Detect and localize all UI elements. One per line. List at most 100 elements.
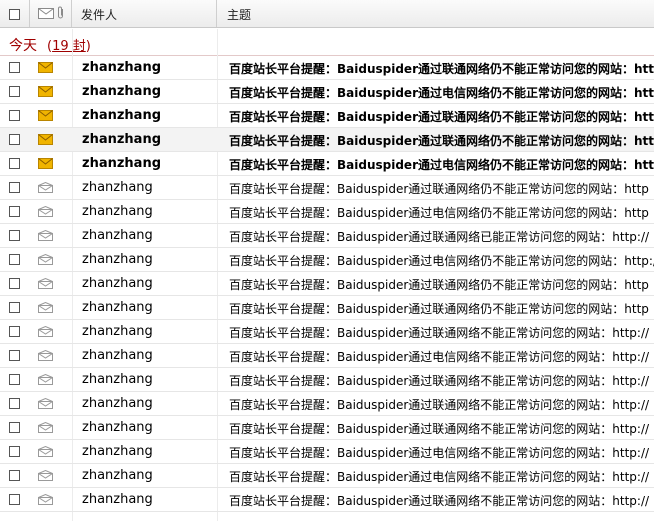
subject-column-label: 主题 — [227, 8, 252, 22]
message-row[interactable]: zhanzhang 百度站长平台提醒：Baiduspider通过电信网络不能正常访… — [0, 464, 654, 488]
message-sender[interactable]: zhanzhang — [82, 252, 153, 267]
message-subject[interactable]: 百度站长平台提醒：Baiduspider通过联通网络不能正常访问您的网站：htt… — [229, 372, 649, 389]
message-checkbox[interactable] — [9, 230, 20, 241]
message-subject[interactable]: 百度站长平台提醒：Baiduspider通过电信网络不能正常访问您的网站：htt… — [229, 468, 649, 485]
message-checkbox[interactable] — [9, 422, 20, 433]
message-row[interactable]: zhanzhang 百度站长平台提醒：Baiduspider通过电信网络仍不能正常… — [0, 200, 654, 224]
message-subject[interactable]: 百度站长平台提醒：Baiduspider通过联通网络仍不能正常访问您的网站：ht… — [229, 300, 649, 317]
message-subject[interactable]: 百度站长平台提醒：Baiduspider通过电信网络仍不能正常访问您的网站：ht… — [229, 204, 649, 221]
message-sender[interactable]: zhanzhang — [82, 108, 161, 123]
from-column-label: 发件人 — [81, 8, 118, 22]
header-subject-cell[interactable]: 主题 — [217, 0, 654, 27]
select-all-checkbox[interactable] — [9, 9, 20, 20]
envelope-open-icon — [38, 494, 53, 505]
envelope-closed-icon — [38, 134, 53, 145]
message-subject[interactable]: 百度站长平台提醒：Baiduspider通过联通网络仍不能正常访问您的网站：ht… — [229, 132, 654, 149]
message-row[interactable]: zhanzhang 百度站长平台提醒：Baiduspider通过联通网络不能正常访… — [0, 368, 654, 392]
envelope-open-icon — [38, 398, 53, 409]
message-checkbox[interactable] — [9, 206, 20, 217]
envelope-open-icon — [38, 374, 53, 385]
envelope-open-icon — [38, 470, 53, 481]
message-subject[interactable]: 百度站长平台提醒：Baiduspider通过联通网络不能正常访问您的网站：htt… — [229, 324, 649, 341]
message-row[interactable]: zhanzhang 百度站长平台提醒：Baiduspider通过联通网络不能正常访… — [0, 416, 654, 440]
message-subject[interactable]: 百度站长平台提醒：Baiduspider通过联通网络仍不能正常访问您的网站：ht… — [229, 180, 649, 197]
envelope-open-icon — [38, 422, 53, 433]
message-subject[interactable]: 百度站长平台提醒：Baiduspider通过联通网络不能正常访问您的网站：htt… — [229, 420, 649, 437]
envelope-closed-icon — [38, 62, 53, 73]
message-row[interactable]: zhanzhang 百度站长平台提醒：Baiduspider通过联通网络仍不能正常… — [0, 104, 654, 128]
message-checkbox[interactable] — [9, 470, 20, 481]
message-subject[interactable]: 百度站长平台提醒：Baiduspider通过联通网络仍不能正常访问您的网站：ht… — [229, 276, 649, 293]
message-sender[interactable]: zhanzhang — [82, 180, 153, 195]
message-sender[interactable]: zhanzhang — [82, 420, 153, 435]
message-subject[interactable]: 百度站长平台提醒：Baiduspider通过电信网络不能正常访问您的网站：htt… — [229, 348, 649, 365]
message-sender[interactable]: zhanzhang — [82, 156, 161, 171]
message-row[interactable]: zhanzhang 百度站长平台提醒：Baiduspider通过电信网络不能正常访… — [0, 440, 654, 464]
message-subject[interactable]: 百度站长平台提醒：Baiduspider通过联通网络仍不能正常访问您的网站：ht… — [229, 60, 654, 77]
message-checkbox[interactable] — [9, 398, 20, 409]
message-checkbox[interactable] — [9, 254, 20, 265]
message-subject[interactable]: 百度站长平台提醒：Baiduspider通过电信网络仍不能正常访问您的网站：ht… — [229, 156, 654, 173]
message-checkbox[interactable] — [9, 62, 20, 73]
message-checkbox[interactable] — [9, 182, 20, 193]
header-icon-cell[interactable] — [30, 0, 72, 27]
message-row[interactable]: zhanzhang 百度站长平台提醒：Baiduspider通过联通网络仍不能正常… — [0, 272, 654, 296]
message-subject[interactable]: 百度站长平台提醒：Baiduspider通过联通网络仍不能正常访问您的网站：ht… — [229, 108, 654, 125]
message-sender[interactable]: zhanzhang — [82, 228, 153, 243]
envelope-open-icon — [38, 278, 53, 289]
header-from-cell[interactable]: 发件人 — [72, 0, 217, 27]
message-row[interactable]: zhanzhang 百度站长平台提醒：Baiduspider通过联通网络仍不能正常… — [0, 56, 654, 80]
message-sender[interactable]: zhanzhang — [82, 132, 161, 147]
message-subject[interactable]: 百度站长平台提醒：Baiduspider通过联通网络已能正常访问您的网站：htt… — [229, 228, 649, 245]
message-row[interactable]: zhanzhang 百度站长平台提醒：Baiduspider通过联通网络已能正常访… — [0, 224, 654, 248]
message-sender[interactable]: zhanzhang — [82, 84, 161, 99]
message-checkbox[interactable] — [9, 350, 20, 361]
message-row[interactable]: zhanzhang 百度站长平台提醒：Baiduspider通过联通网络仍不能正常… — [0, 176, 654, 200]
list-header: 发件人 主题 — [0, 0, 654, 28]
message-sender[interactable]: zhanzhang — [82, 372, 153, 387]
message-subject[interactable]: 百度站长平台提醒：Baiduspider通过联通网络不能正常访问您的网站：htt… — [229, 396, 649, 413]
message-sender[interactable]: zhanzhang — [82, 444, 153, 459]
message-sender[interactable]: zhanzhang — [82, 348, 153, 363]
date-group-header: 今天 (19 封) — [0, 29, 654, 56]
message-row[interactable]: zhanzhang 百度站长平台提醒：Baiduspider通过联通网络仍不能正常… — [0, 128, 654, 152]
message-checkbox[interactable] — [9, 494, 20, 505]
message-row[interactable]: zhanzhang 百度站长平台提醒：Baiduspider通过联通网络仍不能正常… — [0, 296, 654, 320]
envelope-open-icon — [38, 230, 53, 241]
message-row[interactable]: zhanzhang 百度站长平台提醒：Baiduspider通过联通网络不能正常访… — [0, 320, 654, 344]
envelope-open-icon — [38, 254, 53, 265]
message-sender[interactable]: zhanzhang — [82, 204, 153, 219]
message-row[interactable]: zhanzhang 百度站长平台提醒：Baiduspider通过联通网络不能正常访… — [0, 392, 654, 416]
paperclip-icon — [58, 6, 63, 19]
message-checkbox[interactable] — [9, 110, 20, 121]
message-checkbox[interactable] — [9, 278, 20, 289]
message-checkbox[interactable] — [9, 446, 20, 457]
message-checkbox[interactable] — [9, 134, 20, 145]
message-subject[interactable]: 百度站长平台提醒：Baiduspider通过联通网络不能正常访问您的网站：htt… — [229, 492, 649, 509]
message-sender[interactable]: zhanzhang — [82, 60, 161, 75]
message-checkbox[interactable] — [9, 302, 20, 313]
group-count-link[interactable]: 19 封 — [52, 39, 86, 54]
message-row[interactable]: zhanzhang 百度站长平台提醒：Baiduspider通过电信网络仍不能正常… — [0, 152, 654, 176]
message-subject[interactable]: 百度站长平台提醒：Baiduspider通过电信网络仍不能正常访问您的网站：ht… — [229, 252, 654, 269]
group-title: 今天 — [9, 38, 37, 54]
envelope-closed-icon — [38, 86, 53, 97]
message-sender[interactable]: zhanzhang — [82, 468, 153, 483]
message-row[interactable]: zhanzhang 百度站长平台提醒：Baiduspider通过联通网络不能正常访… — [0, 488, 654, 512]
message-checkbox[interactable] — [9, 158, 20, 169]
envelope-open-icon — [38, 302, 53, 313]
message-subject[interactable]: 百度站长平台提醒：Baiduspider通过电信网络不能正常访问您的网站：htt… — [229, 444, 649, 461]
message-sender[interactable]: zhanzhang — [82, 300, 153, 315]
message-sender[interactable]: zhanzhang — [82, 492, 153, 507]
message-checkbox[interactable] — [9, 326, 20, 337]
message-sender[interactable]: zhanzhang — [82, 396, 153, 411]
message-subject[interactable]: 百度站长平台提醒：Baiduspider通过电信网络仍不能正常访问您的网站：ht… — [229, 84, 654, 101]
message-checkbox[interactable] — [9, 86, 20, 97]
message-checkbox[interactable] — [9, 374, 20, 385]
message-row[interactable]: zhanzhang 百度站长平台提醒：Baiduspider通过电信网络仍不能正常… — [0, 80, 654, 104]
message-sender[interactable]: zhanzhang — [82, 324, 153, 339]
envelope-open-icon — [38, 182, 53, 193]
message-sender[interactable]: zhanzhang — [82, 276, 153, 291]
message-row[interactable]: zhanzhang 百度站长平台提醒：Baiduspider通过电信网络仍不能正常… — [0, 248, 654, 272]
message-row[interactable]: zhanzhang 百度站长平台提醒：Baiduspider通过电信网络不能正常访… — [0, 344, 654, 368]
